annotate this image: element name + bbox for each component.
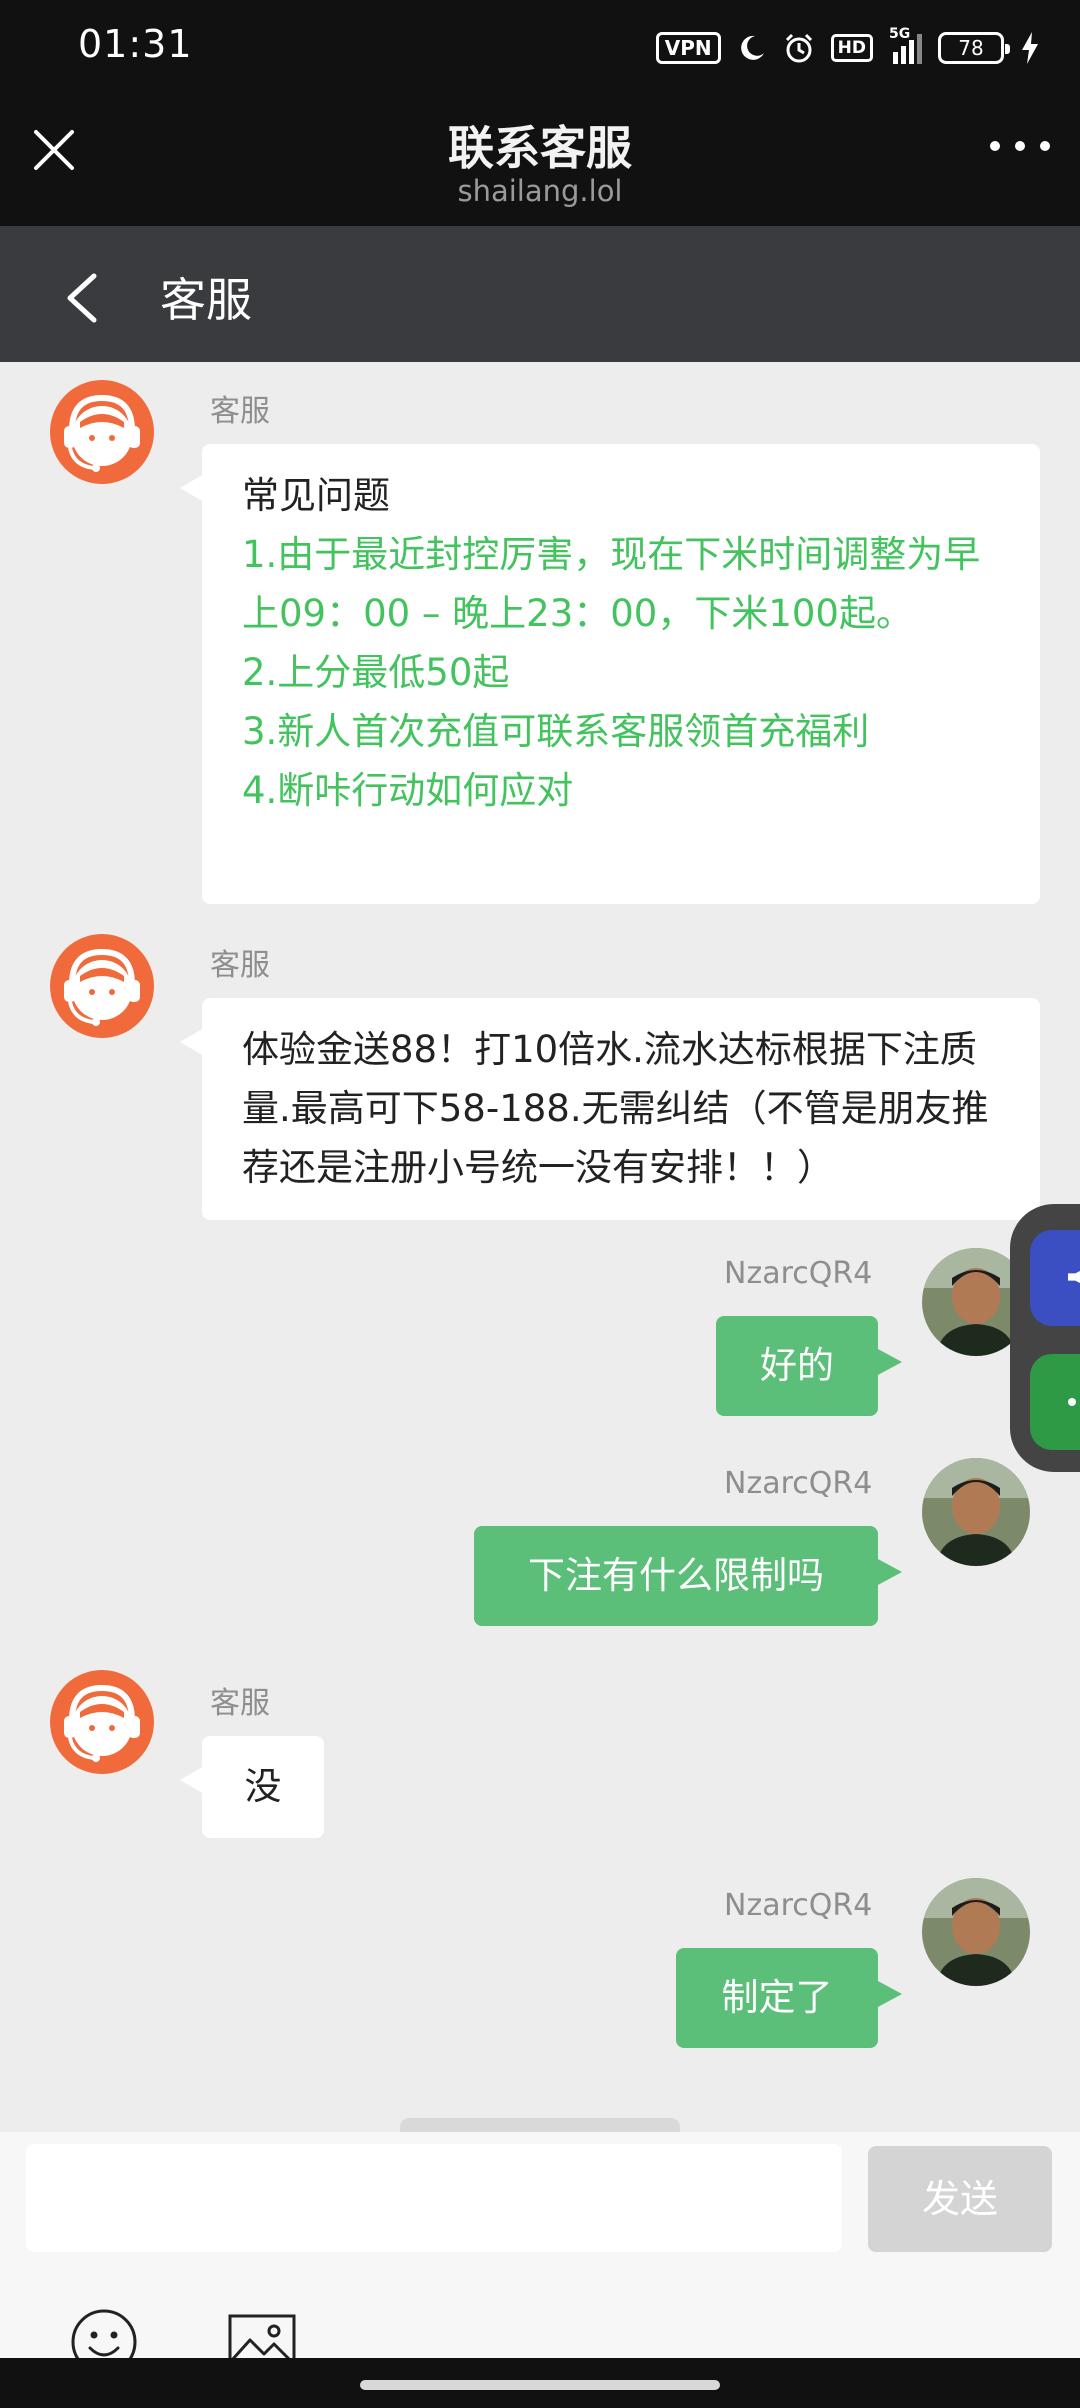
faq-item-4: 4.断咔行动如何应对 xyxy=(242,769,574,812)
moon-icon xyxy=(740,35,764,60)
back-arrow-icon[interactable] xyxy=(58,270,108,326)
charging-icon xyxy=(1022,32,1038,64)
chat-header-title: 客服 xyxy=(160,273,252,327)
faq-title: 常见问题 xyxy=(242,474,390,517)
chat-header: 客服 xyxy=(0,226,1080,362)
status-icons: VPN HD 5G 78 xyxy=(655,26,1040,68)
headset-agent-icon xyxy=(50,934,154,1038)
status-time: 01:31 xyxy=(78,22,193,66)
message-bubble: 常见问题 1.由于最近封控厉害，现在下米时间调整为早上09：00 – 晚上23：… xyxy=(180,444,1040,904)
send-button[interactable]: 发送 xyxy=(868,2146,1052,2252)
input-bar: 发送 xyxy=(0,2132,1080,2375)
alarm-icon xyxy=(785,33,812,63)
faq-item-3: 3.新人首次充值可联系客服领首充福利 xyxy=(242,710,870,753)
message-bubble: 下注有什么限制吗 xyxy=(474,1526,902,1626)
message-bubble: 没 xyxy=(180,1736,324,1838)
chat-dots-icon xyxy=(1068,1398,1076,1406)
support-avatar[interactable] xyxy=(50,1670,154,1774)
vpn-icon: VPN xyxy=(655,32,721,64)
user-avatar[interactable] xyxy=(922,1458,1030,1566)
system-nav-bar xyxy=(0,2358,1080,2408)
sender-name: NzarcQR4 xyxy=(724,1466,873,1501)
top-nav-bar: 联系客服 shailang.lol xyxy=(0,96,1080,226)
user-photo-icon xyxy=(922,1878,1030,1986)
status-bar: 01:31 VPN HD 5G 78 xyxy=(0,0,1080,96)
sender-name: NzarcQR4 xyxy=(724,1256,873,1291)
hd-icon: HD xyxy=(830,34,873,62)
battery-level: 78 xyxy=(958,36,984,60)
home-indicator[interactable] xyxy=(360,2380,720,2390)
floating-side-widget xyxy=(1010,1204,1080,1472)
headset-agent-icon xyxy=(50,380,154,484)
message-input[interactable] xyxy=(26,2144,842,2252)
support-avatar[interactable] xyxy=(50,380,154,484)
headset-agent-icon xyxy=(50,1670,154,1774)
more-icon[interactable] xyxy=(990,134,1050,158)
battery-icon: 78 xyxy=(938,32,1010,64)
message-bubble: 制定了 xyxy=(676,1948,902,2048)
page-title: 联系客服 xyxy=(448,121,632,175)
voice-button[interactable] xyxy=(1030,1230,1080,1326)
support-avatar[interactable] xyxy=(50,934,154,1038)
page-domain: shailang.lol xyxy=(457,174,623,208)
message-bubble: 好的 xyxy=(716,1316,902,1416)
faq-item-1: 1.由于最近封控厉害，现在下米时间调整为早上09：00 – 晚上23：00，下米… xyxy=(242,533,981,635)
faq-item-2: 2.上分最低50起 xyxy=(242,651,510,694)
sender-name: NzarcQR4 xyxy=(724,1888,873,1923)
sender-name: 客服 xyxy=(210,394,270,429)
sender-name: 客服 xyxy=(210,1686,270,1721)
chat-bubble-button[interactable] xyxy=(1030,1354,1080,1450)
sender-name: 客服 xyxy=(210,948,270,983)
signal-5g-icon: 5G xyxy=(889,26,922,64)
user-photo-icon xyxy=(922,1458,1030,1566)
speaker-icon xyxy=(1068,1268,1080,1286)
message-bubble: 体验金送88！打10倍水.流水达标根据下注质量.最高可下58-188.无需纠结（… xyxy=(180,998,1040,1220)
user-avatar[interactable] xyxy=(922,1878,1030,1986)
